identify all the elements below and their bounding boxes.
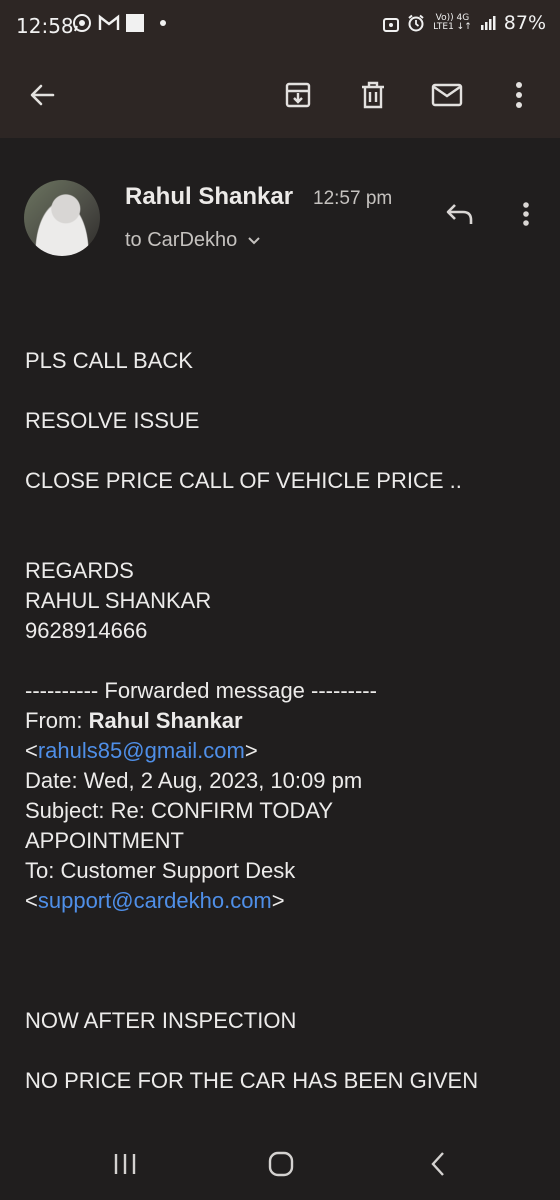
message-more-button[interactable]: [506, 194, 546, 234]
battery-level: 87%: [503, 12, 546, 34]
to-email-link[interactable]: support@cardekho.com: [38, 888, 272, 913]
app-notification-icon: [126, 14, 144, 32]
system-nav-bar: [0, 1128, 560, 1200]
notification-icons: [72, 13, 166, 33]
body-line: RESOLVE ISSUE: [25, 408, 200, 433]
home-button[interactable]: [253, 1142, 309, 1186]
mail-icon: [431, 83, 463, 107]
delete-button[interactable]: [350, 72, 396, 118]
forwarded-header: ---------- Forwarded message ---------: [25, 678, 377, 703]
email-toolbar: [0, 52, 560, 138]
home-icon: [268, 1151, 294, 1177]
body-line: PLS CALL BACK: [25, 348, 193, 373]
signal-icon: [480, 16, 496, 30]
more-vert-icon: [516, 82, 522, 108]
system-icons: Vo)) 4G LTE1 ↓↑ 87%: [383, 12, 546, 34]
chevron-left-icon: [431, 1152, 444, 1176]
forwarded-to-email: <support@cardekho.com>: [25, 888, 285, 913]
whatsapp-icon: [73, 14, 91, 32]
trash-icon: [362, 81, 384, 109]
forwarded-date: Date: Wed, 2 Aug, 2023, 10:09 pm: [25, 768, 363, 793]
reply-icon: [446, 204, 473, 224]
chevron-down-icon: [248, 236, 260, 244]
archive-button[interactable]: [275, 72, 321, 118]
status-time: 12:58: [16, 14, 74, 38]
mark-unread-button[interactable]: [424, 72, 470, 118]
signature-phone[interactable]: 9628914666: [25, 616, 545, 646]
arrow-left-icon: [30, 84, 55, 106]
signature-name: RAHUL SHANKAR: [25, 588, 212, 613]
regards-line: REGARDS: [25, 558, 134, 583]
back-nav-button[interactable]: [410, 1142, 466, 1186]
forwarded-subject-cont: APPOINTMENT: [25, 828, 184, 853]
back-button[interactable]: [19, 72, 65, 118]
forwarded-to: To: Customer Support Desk: [25, 858, 296, 883]
body-line: NOW AFTER INSPECTION: [25, 1008, 297, 1033]
more-vert-icon: [523, 202, 529, 226]
network-type: Vo)) 4G LTE1 ↓↑: [433, 13, 472, 32]
sender-avatar[interactable]: [24, 180, 100, 256]
forwarded-from-name: Rahul Shankar: [88, 708, 243, 733]
alarm-icon: [408, 14, 424, 32]
recipient-label: to CarDekho: [125, 229, 238, 251]
body-line: CLOSE PRICE CALL OF VEHICLE PRICE ..: [25, 468, 462, 493]
recipient-details-toggle[interactable]: to CarDekho: [125, 229, 261, 252]
status-bar: 12:58 Vo)) 4G LTE1 ↓↑ 87%: [0, 0, 560, 52]
from-email-link[interactable]: rahuls85@gmail.com: [38, 738, 245, 763]
recent-apps-icon: [114, 1154, 136, 1174]
reply-button[interactable]: [440, 194, 480, 234]
more-options-button[interactable]: [496, 72, 542, 118]
email-time: 12:57 pm: [313, 188, 393, 209]
more-notifications-icon: [160, 20, 166, 26]
email-body: PLS CALL BACK RESOLVE ISSUE CLOSE PRICE …: [25, 346, 545, 1096]
recent-apps-button[interactable]: [97, 1142, 153, 1186]
vpn-key-icon: [383, 18, 400, 32]
forwarded-from-email: <rahuls85@gmail.com>: [25, 738, 258, 763]
forwarded-subject: Subject: Re: CONFIRM TODAY: [25, 798, 334, 823]
body-line: NO PRICE FOR THE CAR HAS BEEN GIVEN: [25, 1068, 479, 1093]
sender-name: Rahul Shankar: [125, 183, 294, 210]
gmail-icon: [98, 14, 120, 30]
archive-icon: [285, 82, 311, 108]
forwarded-from: From: Rahul Shankar: [25, 708, 243, 733]
